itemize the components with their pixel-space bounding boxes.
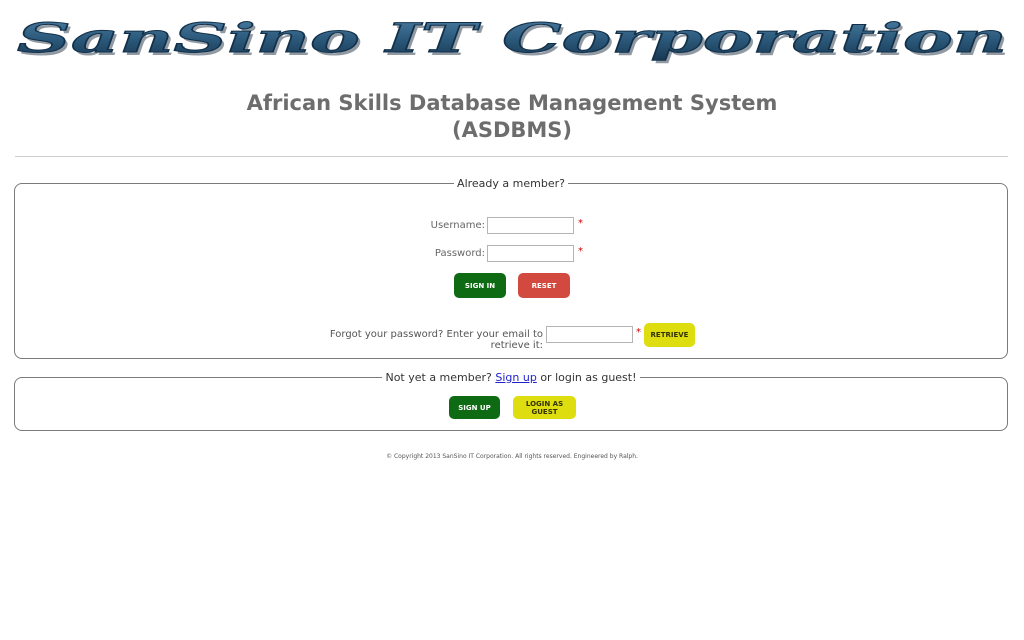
banner-text: SanSino IT Corporation	[17, 15, 1007, 62]
page-subtitle: (ASDBMS)	[451, 118, 573, 142]
page-title: African Skills Database Management Syste…	[246, 91, 778, 115]
password-required-mark: *	[578, 246, 583, 257]
password-label: Password:	[434, 248, 485, 259]
username-field[interactable]	[487, 217, 574, 234]
username-required-mark: *	[578, 218, 583, 229]
guest-legend: Not yet a member? Sign up or login as gu…	[382, 371, 639, 384]
username-label: Username:	[430, 220, 485, 231]
copyright-footer: © Copyright 2013 SanSino IT Corporation.…	[386, 453, 638, 460]
guest-panel: Not yet a member? Sign up or login as gu…	[14, 371, 1008, 431]
header-divider	[15, 156, 1008, 157]
login-legend: Already a member?	[457, 177, 565, 190]
password-field[interactable]	[487, 245, 574, 262]
sign-up-button[interactable]: SIGN UP	[449, 396, 500, 419]
login-as-guest-button[interactable]: LOGIN AS GUEST	[513, 396, 576, 419]
forgot-password-text: Forgot your password? Enter your email t…	[329, 329, 543, 351]
sign-up-link[interactable]: Sign up	[495, 371, 536, 384]
email-required-mark: *	[636, 327, 641, 338]
guest-legend-suffix: or login as guest!	[540, 371, 637, 384]
reset-button[interactable]: RESET	[518, 273, 570, 298]
retrieve-email-field[interactable]	[546, 326, 633, 343]
company-banner: SanSino IT Corporation SanSino IT Corpor…	[0, 0, 1024, 70]
guest-legend-prefix: Not yet a member?	[385, 371, 492, 384]
retrieve-button[interactable]: RETRIEVE	[644, 323, 695, 347]
sign-in-button[interactable]: SIGN IN	[454, 273, 506, 298]
